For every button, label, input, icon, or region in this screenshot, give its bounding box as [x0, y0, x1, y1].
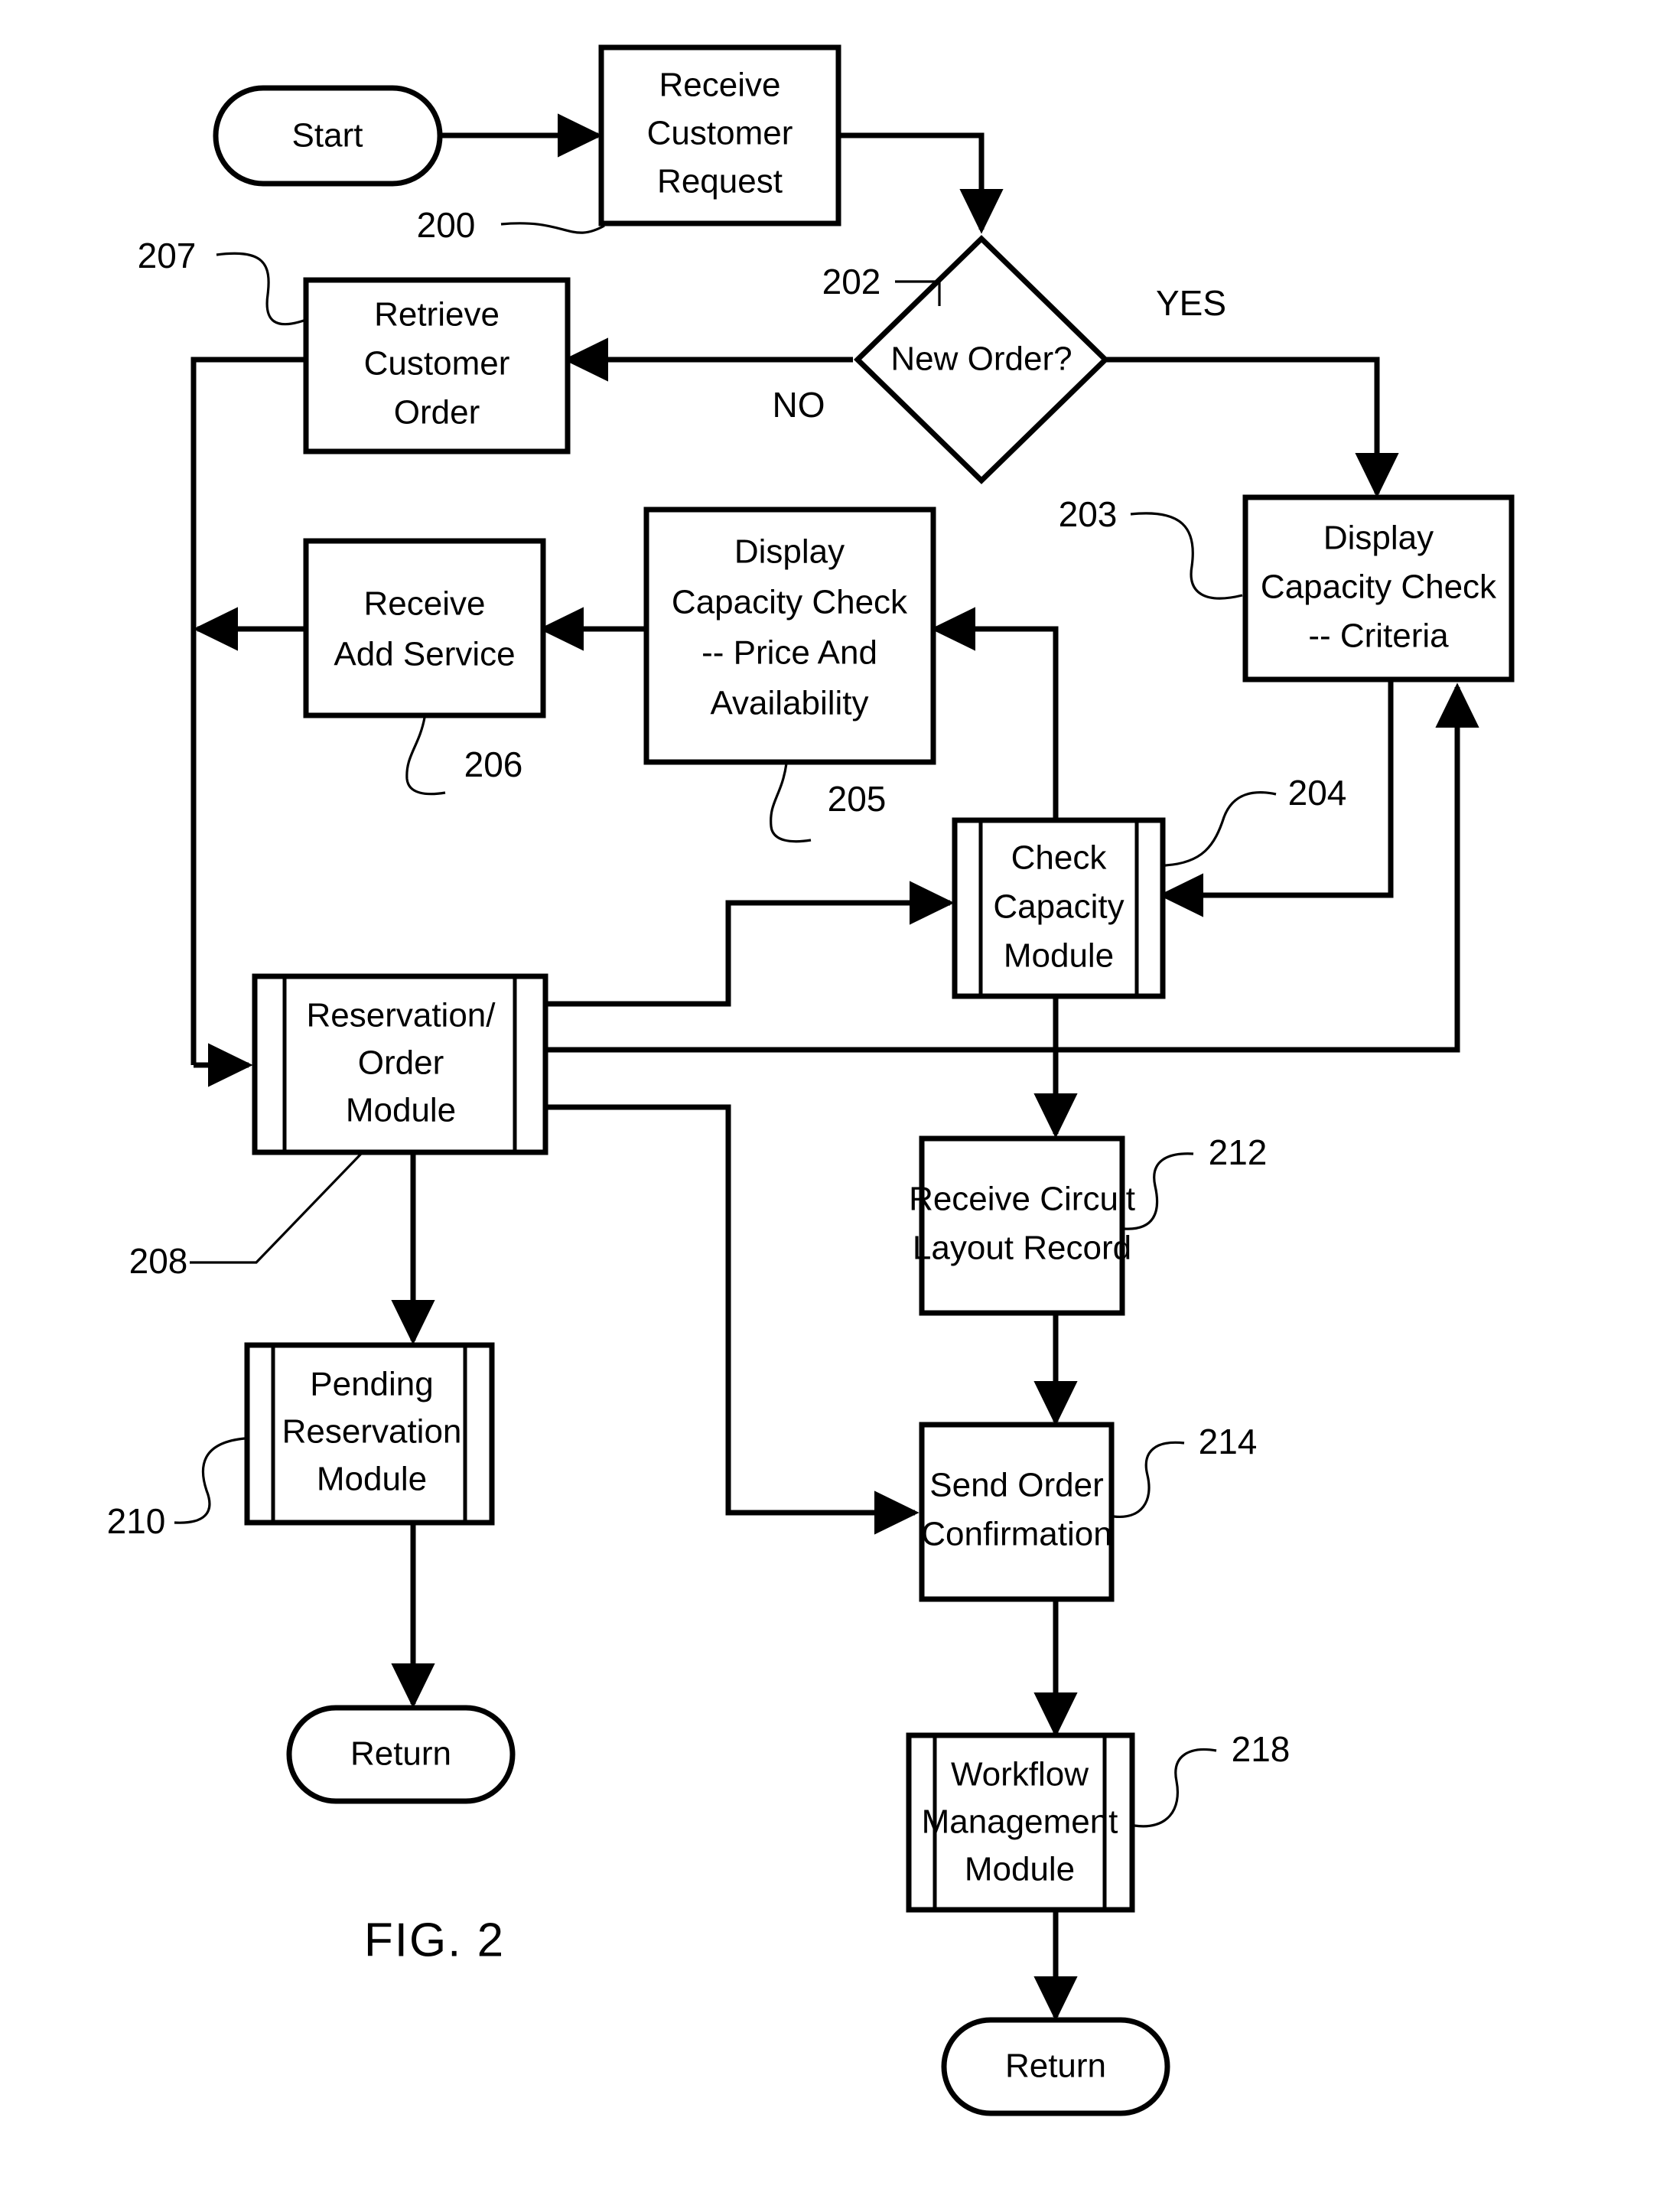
leader-205 — [770, 763, 812, 843]
node-display-capacity-price-line3: -- Price And — [701, 634, 877, 672]
node-receive-circuit-layout-record-line1: Receive Circuit — [909, 1181, 1135, 1218]
node-receive-customer-request-line2: Customer — [647, 115, 793, 152]
leader-204 — [1164, 791, 1277, 867]
decision-no-label: NO — [773, 385, 825, 425]
decision-yes-label: YES — [1156, 283, 1226, 323]
node-receive-add-service[interactable] — [303, 538, 546, 718]
ref-208: 208 — [129, 1241, 188, 1281]
node-display-capacity-criteria-line1: Display — [1323, 520, 1434, 557]
ref-206: 206 — [464, 744, 523, 784]
node-reservation-order-module-line3: Module — [346, 1092, 456, 1129]
edge-reservation-module-to-send-confirmation — [545, 1104, 919, 1535]
leader-207 — [216, 252, 307, 326]
ref-200: 200 — [417, 205, 476, 245]
node-retrieve-customer-order-line1: Retrieve — [374, 296, 500, 334]
node-display-capacity-price-line2: Capacity Check — [672, 584, 908, 621]
figure-caption: FIG. 2 — [364, 1914, 505, 1966]
ref-202: 202 — [822, 262, 881, 301]
node-check-capacity-module-line1: Check — [1011, 839, 1108, 877]
ref-210: 210 — [107, 1501, 166, 1541]
node-reservation-order-module-line1: Reservation/ — [306, 997, 496, 1034]
ref-207: 207 — [138, 236, 197, 275]
node-receive-circuit-layout-record[interactable] — [919, 1135, 1125, 1316]
leader-203 — [1130, 512, 1243, 600]
ref-212: 212 — [1209, 1132, 1268, 1172]
edge-receive-request-to-decision — [838, 132, 1004, 234]
node-receive-customer-request-line3: Request — [657, 163, 783, 200]
node-return-left-label: Return — [350, 1735, 451, 1773]
node-receive-circuit-layout-record-line2: Layout Record — [913, 1230, 1131, 1267]
node-new-order-decision-label: New Order? — [890, 340, 1072, 378]
ref-205: 205 — [828, 779, 887, 819]
figure-page: Start Receive Customer Request 200 New O… — [0, 0, 1673, 2212]
node-workflow-management-module-line1: Workflow — [951, 1756, 1089, 1793]
node-pending-reservation-module-line1: Pending — [310, 1366, 433, 1403]
node-check-capacity-module-line3: Module — [1004, 937, 1114, 975]
leader-208 — [190, 1152, 363, 1264]
node-pending-reservation-module-line3: Module — [317, 1461, 427, 1498]
node-send-order-confirmation[interactable] — [919, 1422, 1115, 1602]
leader-210 — [174, 1437, 246, 1524]
flowchart-canvas: Start Receive Customer Request 200 New O… — [107, 44, 1515, 2116]
ref-204: 204 — [1288, 773, 1347, 813]
node-receive-add-service-line1: Receive — [364, 585, 486, 623]
ref-218: 218 — [1232, 1729, 1291, 1769]
edge-display-criteria-to-check-capacity — [1158, 679, 1394, 917]
node-pending-reservation-module-line2: Reservation — [282, 1413, 462, 1451]
leader-214 — [1113, 1441, 1185, 1518]
node-check-capacity-module-line2: Capacity — [993, 888, 1124, 926]
node-display-capacity-price-line1: Display — [734, 533, 845, 571]
node-receive-add-service-line2: Add Service — [334, 636, 515, 673]
node-workflow-management-module-line3: Module — [965, 1851, 1075, 1888]
node-workflow-management-module-line2: Management — [922, 1803, 1118, 1841]
node-send-order-confirmation-line2: Confirmation — [921, 1516, 1112, 1553]
edge-check-capacity-to-display-price — [930, 607, 1059, 823]
node-start-label: Start — [292, 117, 363, 155]
node-display-capacity-criteria-line2: Capacity Check — [1261, 568, 1497, 606]
node-send-order-confirmation-line1: Send Order — [929, 1467, 1103, 1504]
leader-200 — [500, 222, 605, 234]
leader-218 — [1134, 1748, 1217, 1828]
edge-retrieve-order-left-rail — [190, 357, 306, 1065]
node-receive-customer-request-line1: Receive — [659, 67, 781, 104]
leader-206 — [405, 717, 446, 796]
ref-203: 203 — [1059, 494, 1118, 534]
node-reservation-order-module-line2: Order — [358, 1044, 444, 1082]
edge-reservation-module-to-check-capacity — [545, 881, 955, 1007]
node-display-capacity-criteria-line3: -- Criteria — [1308, 617, 1449, 655]
ref-214: 214 — [1199, 1422, 1258, 1461]
node-retrieve-customer-order-line3: Order — [394, 394, 480, 432]
node-return-right-label: Return — [1005, 2047, 1106, 2085]
node-retrieve-customer-order-line2: Customer — [364, 345, 510, 383]
node-display-capacity-price-line4: Availability — [710, 685, 868, 722]
edge-decision-yes-to-display-criteria — [1102, 357, 1399, 498]
